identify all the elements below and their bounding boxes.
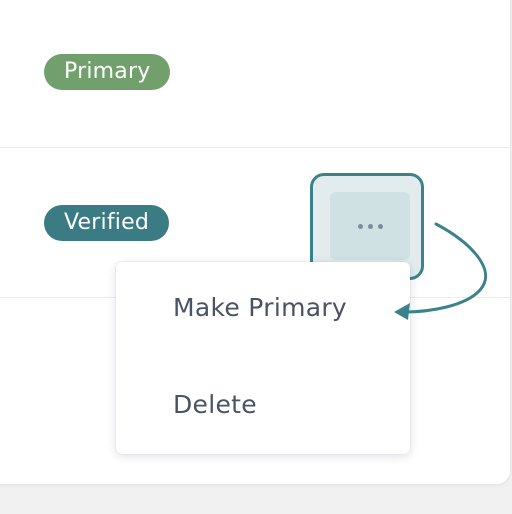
more-actions-button[interactable] bbox=[330, 192, 410, 260]
more-horizontal-icon bbox=[357, 223, 383, 229]
email-row-primary: Primary bbox=[0, 0, 510, 148]
menu-item-make-primary[interactable]: Make Primary bbox=[173, 293, 347, 322]
verified-badge: Verified bbox=[44, 205, 169, 241]
menu-item-delete[interactable]: Delete bbox=[173, 390, 257, 419]
actions-dropdown-menu: Make Primary Delete bbox=[116, 262, 410, 454]
primary-badge: Primary bbox=[44, 54, 171, 90]
